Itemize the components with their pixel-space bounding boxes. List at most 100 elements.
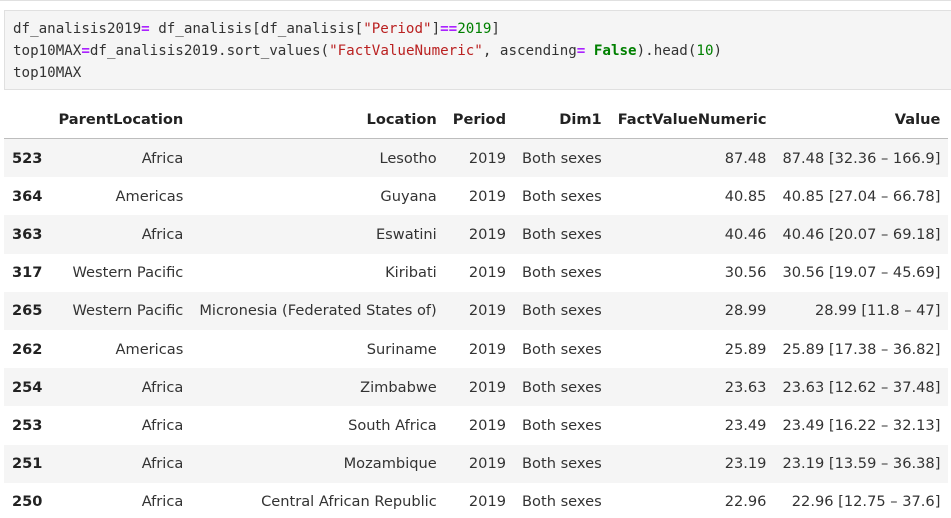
cell-factvaluenumeric: 40.46 xyxy=(724,225,767,243)
output-dataframe: ParentLocation Location Period Dim1 Fact… xyxy=(4,100,949,518)
cell-period: 2019 xyxy=(468,264,507,282)
cell-value: 40.46 [20.07 – 69.18] xyxy=(782,225,941,243)
code-token: 10 xyxy=(696,43,714,59)
cell-value: 23.19 [13.59 – 36.38] xyxy=(782,455,941,473)
cell-parentlocation: Western Pacific xyxy=(72,264,184,282)
cell-period: 2019 xyxy=(468,340,507,358)
code-token: "Period" xyxy=(363,21,432,37)
cell-dim1: Both sexes xyxy=(522,264,602,282)
cell-period: 2019 xyxy=(468,455,507,473)
table-row: 523 Africa Lesotho 2019 Both sexes 87.48… xyxy=(4,138,949,178)
code-token: ( xyxy=(320,43,330,59)
code-token: ). xyxy=(636,43,654,59)
cell-parentlocation: Africa xyxy=(141,149,184,167)
code-token: 2019 xyxy=(457,21,492,37)
cell-parentlocation: Africa xyxy=(141,225,184,243)
cell-period: 2019 xyxy=(468,149,507,167)
header-location: Location xyxy=(191,100,445,139)
cell-location: Lesotho xyxy=(379,149,437,167)
cell-dim1: Both sexes xyxy=(522,378,602,396)
cell-parentlocation: Africa xyxy=(141,455,184,473)
cell-value: 30.56 [19.07 – 45.69] xyxy=(782,264,941,282)
table-row: 254 Africa Zimbabwe 2019 Both sexes 23.6… xyxy=(4,368,949,407)
cell-value: 22.96 [12.75 – 37.6] xyxy=(791,493,941,511)
table-row: 363 Africa Eswatini 2019 Both sexes 40.4… xyxy=(4,215,949,254)
cell-factvaluenumeric: 87.48 xyxy=(724,149,767,167)
cell-parentlocation: Western Pacific xyxy=(72,302,184,320)
row-index: 262 xyxy=(12,340,43,358)
table-body: 523 Africa Lesotho 2019 Both sexes 87.48… xyxy=(4,138,949,518)
code-input-cell[interactable]: df_analisis2019= df_analisis[df_analisis… xyxy=(4,10,951,90)
cell-value: 23.63 [12.62 – 37.48] xyxy=(782,378,941,396)
cell-location: Mozambique xyxy=(343,455,437,473)
cell-period: 2019 xyxy=(468,302,507,320)
cell-factvaluenumeric: 23.63 xyxy=(724,378,767,396)
table-row: 364 Americas Guyana 2019 Both sexes 40.8… xyxy=(4,177,949,216)
table-row: 251 Africa Mozambique 2019 Both sexes 23… xyxy=(4,444,949,483)
code-token: = xyxy=(141,21,150,37)
cell-location: South Africa xyxy=(348,416,437,434)
cell-parentlocation: Americas xyxy=(115,187,184,205)
cell-factvaluenumeric: 30.56 xyxy=(724,264,767,282)
code-line-2: top10MAX=df_analisis2019.sort_values("Fa… xyxy=(13,40,951,62)
cell-value: 87.48 [32.36 – 166.9] xyxy=(782,149,941,167)
cell-parentlocation: Americas xyxy=(115,340,184,358)
row-index: 317 xyxy=(12,264,43,282)
code-line-3: top10MAX xyxy=(13,62,951,84)
code-token: ] xyxy=(491,21,500,37)
table-row: 250 Africa Central African Republic 2019… xyxy=(4,482,949,518)
cell-factvaluenumeric: 40.85 xyxy=(724,187,767,205)
cell-parentlocation: Africa xyxy=(141,378,184,396)
cell-factvaluenumeric: 22.96 xyxy=(724,493,767,511)
cell-location: Central African Republic xyxy=(261,493,437,511)
table-row: 317 Western Pacific Kiribati 2019 Both s… xyxy=(4,253,949,292)
code-token: df_analisis2019 xyxy=(13,21,142,37)
cell-dim1: Both sexes xyxy=(522,225,602,243)
cell-value: 40.85 [27.04 – 66.78] xyxy=(782,187,941,205)
cell-period: 2019 xyxy=(468,416,507,434)
cell-location: Zimbabwe xyxy=(360,378,437,396)
code-token: head xyxy=(653,43,688,59)
row-index: 253 xyxy=(12,416,43,434)
cell-value: 28.99 [11.8 – 47] xyxy=(814,302,941,320)
code-token: , ascending xyxy=(482,43,577,59)
cell-factvaluenumeric: 23.49 xyxy=(724,416,767,434)
cell-location: Guyana xyxy=(380,187,437,205)
header-period: Period xyxy=(444,100,515,139)
code-token: top10MAX xyxy=(13,65,82,81)
row-index: 251 xyxy=(12,455,43,473)
code-token: ) xyxy=(713,43,723,59)
cell-location: Micronesia (Federated States of) xyxy=(199,302,437,320)
code-token: False xyxy=(585,43,637,59)
header-dim1: Dim1 xyxy=(514,100,610,139)
row-index: 265 xyxy=(12,302,43,320)
cell-value: 25.89 [17.38 – 36.82] xyxy=(782,340,941,358)
header-factvaluenumeric: FactValueNumeric xyxy=(609,100,775,139)
dataframe-table: ParentLocation Location Period Dim1 Fact… xyxy=(4,100,949,518)
cell-location: Kiribati xyxy=(385,264,437,282)
code-token: = xyxy=(81,43,90,59)
table-row: 262 Americas Suriname 2019 Both sexes 25… xyxy=(4,329,949,369)
cell-dim1: Both sexes xyxy=(522,493,602,511)
cell-dim1: Both sexes xyxy=(522,416,602,434)
row-index: 523 xyxy=(12,149,43,167)
cell-factvaluenumeric: 25.89 xyxy=(724,340,767,358)
code-token: df_analisis[df_analisis[ xyxy=(149,21,364,37)
header-parentlocation: ParentLocation xyxy=(50,100,192,139)
cell-period: 2019 xyxy=(468,187,507,205)
cell-period: 2019 xyxy=(468,378,507,396)
top-divider xyxy=(0,0,951,1)
cell-dim1: Both sexes xyxy=(522,302,602,320)
cell-period: 2019 xyxy=(468,493,507,511)
cell-dim1: Both sexes xyxy=(522,187,602,205)
cell-location: Eswatini xyxy=(375,225,437,243)
cell-period: 2019 xyxy=(468,225,507,243)
cell-factvaluenumeric: 28.99 xyxy=(724,302,767,320)
cell-location: Suriname xyxy=(366,340,437,358)
header-row: ParentLocation Location Period Dim1 Fact… xyxy=(4,100,949,139)
row-index: 250 xyxy=(12,493,43,511)
row-index: 254 xyxy=(12,378,43,396)
code-token: df_analisis2019 xyxy=(89,43,219,59)
cell-value: 23.49 [16.22 – 32.13] xyxy=(782,416,941,434)
cell-dim1: Both sexes xyxy=(522,455,602,473)
